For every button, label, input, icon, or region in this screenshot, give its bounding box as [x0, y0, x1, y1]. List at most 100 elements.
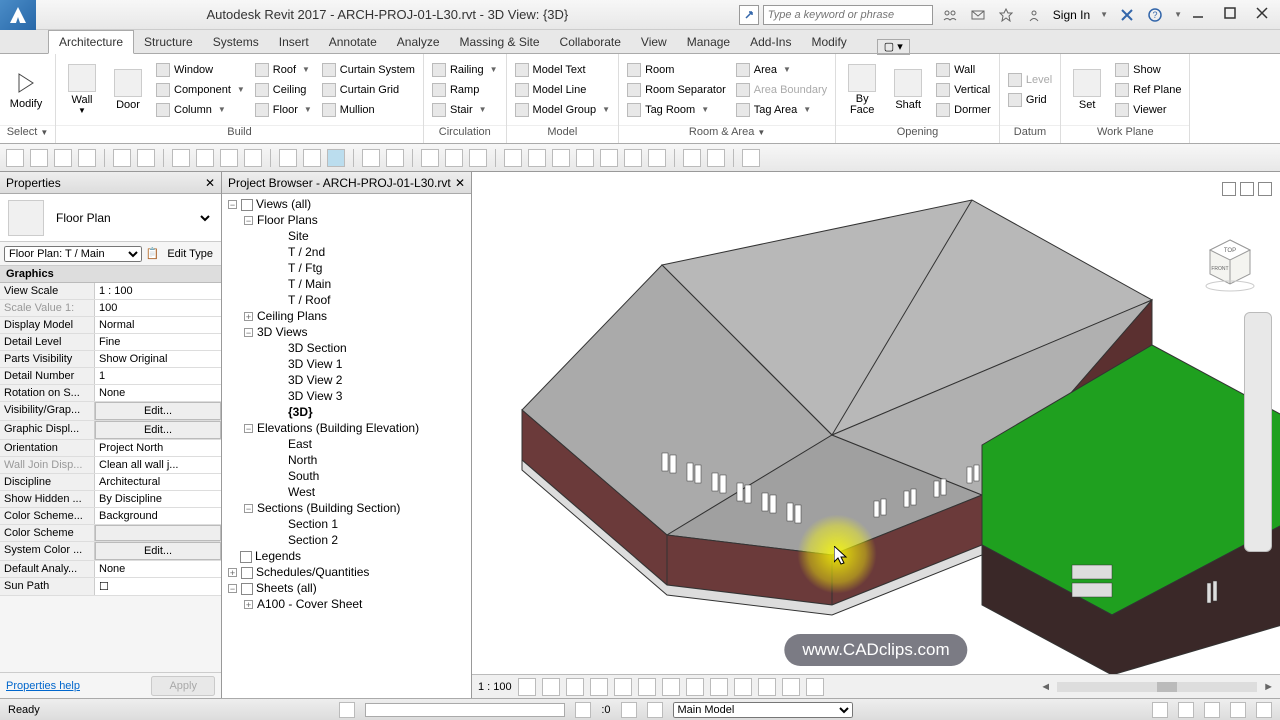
tree-node[interactable]: East: [224, 436, 469, 452]
show-button[interactable]: Show: [1111, 61, 1185, 79]
search-input[interactable]: [763, 5, 933, 25]
prop-row[interactable]: Display ModelNormal: [0, 317, 221, 334]
grid-button[interactable]: Grid: [1004, 91, 1056, 109]
measure-icon[interactable]: [172, 149, 190, 167]
tab-architecture[interactable]: Architecture: [48, 30, 134, 54]
undo-icon[interactable]: [113, 149, 131, 167]
vb-ic10[interactable]: [734, 678, 752, 696]
browser-tree[interactable]: −Views (all)−Floor PlansSiteT / 2ndT / F…: [222, 194, 471, 698]
st-ic7[interactable]: [1204, 702, 1220, 718]
vb-ic12[interactable]: [782, 678, 800, 696]
vertical-button[interactable]: Vertical: [932, 81, 995, 99]
signin-icon[interactable]: [1025, 6, 1043, 24]
vb-ic5[interactable]: [614, 678, 632, 696]
view-scale[interactable]: 1 : 100: [478, 681, 512, 693]
ic9[interactable]: [624, 149, 642, 167]
ic4[interactable]: [504, 149, 522, 167]
tree-node[interactable]: −Sheets (all): [224, 580, 469, 596]
railing-button[interactable]: Railing▼: [428, 61, 502, 79]
vb-ic2[interactable]: [542, 678, 560, 696]
vb-ic3[interactable]: [566, 678, 584, 696]
properties-close-icon[interactable]: ✕: [205, 176, 215, 190]
floor-button[interactable]: Floor▼: [251, 101, 316, 119]
tab-collaborate[interactable]: Collaborate: [550, 31, 631, 53]
curtainsystem-button[interactable]: Curtain System: [318, 61, 419, 79]
mullion-button[interactable]: Mullion: [318, 101, 419, 119]
st-ic3[interactable]: [621, 702, 637, 718]
app-logo[interactable]: [0, 0, 36, 30]
ceiling-button[interactable]: Ceiling: [251, 81, 316, 99]
prop-row[interactable]: DisciplineArchitectural: [0, 474, 221, 491]
ic5[interactable]: [528, 149, 546, 167]
tree-node[interactable]: T / Main: [224, 276, 469, 292]
prop-row[interactable]: Detail LevelFine: [0, 334, 221, 351]
prop-row[interactable]: Default Analy...None: [0, 561, 221, 578]
prop-row[interactable]: System Color ...Edit...: [0, 542, 221, 561]
vb-ic8[interactable]: [686, 678, 704, 696]
tab-view[interactable]: View: [631, 31, 677, 53]
maximize-button[interactable]: [1224, 7, 1236, 22]
view-min-icon[interactable]: [1222, 182, 1236, 196]
sync-icon[interactable]: [78, 149, 96, 167]
refplane-button[interactable]: Ref Plane: [1111, 81, 1185, 99]
tree-node[interactable]: Site: [224, 228, 469, 244]
tab-manage[interactable]: Manage: [677, 31, 740, 53]
browser-close-icon[interactable]: ✕: [455, 176, 465, 190]
prop-row[interactable]: Visibility/Grap...Edit...: [0, 402, 221, 421]
ic10[interactable]: [648, 149, 666, 167]
tab-massingsite[interactable]: Massing & Site: [450, 31, 550, 53]
prop-row[interactable]: Scale Value 1:100: [0, 300, 221, 317]
tab-analyze[interactable]: Analyze: [387, 31, 450, 53]
prop-row[interactable]: Rotation on S...None: [0, 385, 221, 402]
tree-node[interactable]: +Schedules/Quantities: [224, 564, 469, 580]
ic6[interactable]: [552, 149, 570, 167]
search-button[interactable]: [739, 5, 759, 25]
tree-node[interactable]: −Sections (Building Section): [224, 500, 469, 516]
open-icon[interactable]: [30, 149, 48, 167]
3d-view[interactable]: TOP FRONT www.CADclips.com 1 : 100 ◄: [472, 172, 1280, 698]
text-icon[interactable]: [220, 149, 238, 167]
prop-row[interactable]: Graphic Displ...Edit...: [0, 421, 221, 440]
view-cube[interactable]: TOP FRONT: [1200, 232, 1260, 292]
prop-row[interactable]: Detail Number1: [0, 368, 221, 385]
apply-button[interactable]: Apply: [151, 676, 215, 696]
tab-annotate[interactable]: Annotate: [319, 31, 387, 53]
stair-button[interactable]: Stair▼: [428, 101, 502, 119]
ic3[interactable]: [469, 149, 487, 167]
tree-node[interactable]: 3D View 1: [224, 356, 469, 372]
wall-button[interactable]: Wall: [932, 61, 995, 79]
tree-node[interactable]: North: [224, 452, 469, 468]
navigation-bar[interactable]: [1244, 312, 1272, 552]
ic7[interactable]: [576, 149, 594, 167]
st-ic2[interactable]: [575, 702, 591, 718]
prop-row[interactable]: Wall Join Disp...Clean all wall j...: [0, 457, 221, 474]
roomseparator-button[interactable]: Room Separator: [623, 81, 730, 99]
wall-button[interactable]: Wall▼: [60, 59, 104, 121]
tree-node[interactable]: Section 2: [224, 532, 469, 548]
vb-ic11[interactable]: [758, 678, 776, 696]
ic12[interactable]: [707, 149, 725, 167]
tree-node[interactable]: West: [224, 484, 469, 500]
tab-addins[interactable]: Add-Ins: [740, 31, 801, 53]
vb-ic1[interactable]: [518, 678, 536, 696]
instance-selector[interactable]: Floor Plan: T / Main: [4, 246, 142, 262]
vb-ic9[interactable]: [710, 678, 728, 696]
close-views-icon[interactable]: [362, 149, 380, 167]
tab-systems[interactable]: Systems: [203, 31, 269, 53]
tree-node[interactable]: −3D Views: [224, 324, 469, 340]
tree-node[interactable]: T / Roof: [224, 292, 469, 308]
modify-button[interactable]: Modify: [4, 59, 48, 121]
thin-icon[interactable]: [327, 149, 345, 167]
switch-icon[interactable]: [386, 149, 404, 167]
tab-modify[interactable]: Modify: [801, 31, 856, 53]
tree-node[interactable]: T / Ftg: [224, 260, 469, 276]
tagarea-button[interactable]: Tag Area▼: [732, 101, 831, 119]
new-icon[interactable]: [6, 149, 24, 167]
minimize-button[interactable]: [1192, 7, 1204, 22]
component-button[interactable]: Component▼: [152, 81, 249, 99]
door-button[interactable]: Door: [106, 59, 150, 121]
roof-button[interactable]: Roof▼: [251, 61, 316, 79]
tab-structure[interactable]: Structure: [134, 31, 203, 53]
tree-node[interactable]: +Ceiling Plans: [224, 308, 469, 324]
prop-row[interactable]: Parts VisibilityShow Original: [0, 351, 221, 368]
